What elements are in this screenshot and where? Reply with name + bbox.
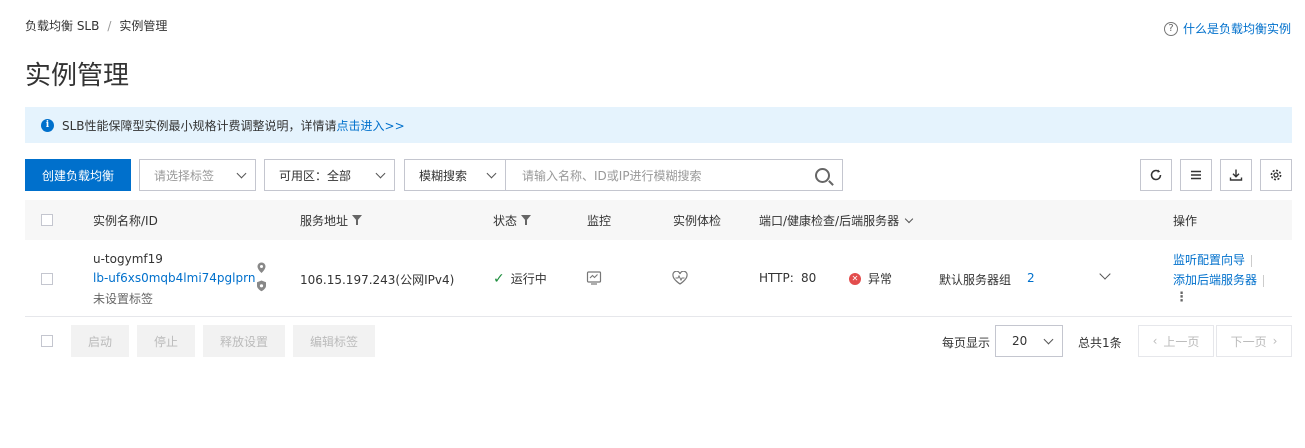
question-circle-icon: ? xyxy=(1163,21,1178,36)
zone-select[interactable]: 可用区：全部 xyxy=(264,159,395,191)
header-name: 实例名称/ID xyxy=(93,213,158,228)
chevron-down-icon xyxy=(904,214,914,223)
page-size-value: 20 xyxy=(1012,334,1028,348)
check-icon: ✓ xyxy=(493,270,505,287)
row-divider xyxy=(25,316,1292,317)
release-settings-button[interactable]: 释放设置 xyxy=(203,325,285,357)
select-all-checkbox[interactable] xyxy=(41,214,53,226)
help-link-label: 什么是负载均衡实例 xyxy=(1182,22,1291,36)
monitor-icon[interactable] xyxy=(586,270,602,289)
expand-chevron-icon[interactable] xyxy=(1099,268,1111,280)
chevron-down-icon xyxy=(236,168,247,178)
download-icon xyxy=(1229,169,1243,181)
filter-icon[interactable] xyxy=(521,215,532,225)
breadcrumb-parent[interactable]: 负载均衡 SLB xyxy=(25,17,99,34)
breadcrumb: 负载均衡 SLB / 实例管理 xyxy=(25,17,167,34)
location-pin-icon[interactable] xyxy=(256,262,267,277)
tag-select-placeholder: 请选择标签 xyxy=(154,168,215,183)
row-checkbox[interactable] xyxy=(41,273,53,285)
settings-button[interactable] xyxy=(1260,159,1292,191)
shield-icon[interactable] xyxy=(256,280,267,295)
header-monitor: 监控 xyxy=(587,213,612,228)
health-check-heart-icon[interactable] xyxy=(672,270,688,288)
zone-select-value: 可用区：全部 xyxy=(279,168,352,183)
page-size-select[interactable]: 20 xyxy=(995,325,1063,357)
create-slb-button[interactable]: 创建负载均衡 xyxy=(25,159,131,191)
header-status: 状态 xyxy=(493,200,532,240)
instance-id-link[interactable]: lb-uf6xs0mqb4lmi74pglprn xyxy=(93,271,255,285)
prev-page-button[interactable]: ‹ 上一页 xyxy=(1138,325,1214,357)
header-ports[interactable]: 端口/健康检查/后端服务器 xyxy=(759,200,914,240)
health-status: ✕ 异常 xyxy=(849,270,892,287)
chevron-left-icon: ‹ xyxy=(1152,334,1158,348)
listener-wizard-link[interactable]: 监听配置向导 xyxy=(1173,251,1253,268)
service-address: 106.15.197.243(公网IPv4) xyxy=(300,273,455,287)
chevron-down-icon xyxy=(375,168,386,178)
next-page-button[interactable]: 下一页 › xyxy=(1216,325,1292,357)
breadcrumb-separator: / xyxy=(107,18,112,33)
server-count-link[interactable]: 2 xyxy=(1027,271,1035,285)
search-icon[interactable] xyxy=(815,167,830,183)
breadcrumb-current: 实例管理 xyxy=(119,19,168,33)
notice-text: SLB性能保障型实例最小规格计费调整说明，详情请 xyxy=(62,118,337,133)
notice-link[interactable]: 点击进入>> xyxy=(337,117,405,134)
edit-tags-button[interactable]: 编辑标签 xyxy=(293,325,375,357)
tag-select[interactable]: 请选择标签 xyxy=(139,159,256,191)
chevron-down-icon xyxy=(486,168,497,178)
start-button[interactable]: 启动 xyxy=(71,325,129,357)
listener-port: 80 xyxy=(801,271,817,285)
add-backend-link[interactable]: 添加后端服务器 xyxy=(1173,271,1265,288)
instance-name: u-togymf19 xyxy=(93,252,163,266)
total-count: 总共1条 xyxy=(1078,336,1122,350)
notice-banner: i SLB性能保障型实例最小规格计费调整说明，详情请 点击进入>> xyxy=(25,107,1292,143)
info-icon: i xyxy=(41,118,54,132)
page-title: 实例管理 xyxy=(25,61,130,91)
stop-button[interactable]: 停止 xyxy=(137,325,195,357)
settings-icon xyxy=(1270,169,1282,181)
header-actions: 操作 xyxy=(1173,213,1198,228)
download-button[interactable] xyxy=(1220,159,1252,191)
listener-protocol: HTTP: xyxy=(759,271,794,285)
status-badge: ✓ 运行中 xyxy=(493,270,547,287)
header-check: 实例体检 xyxy=(673,213,722,228)
help-link[interactable]: ? 什么是负载均衡实例 xyxy=(1163,20,1291,37)
page-size-label: 每页显示 xyxy=(942,336,991,350)
more-icon[interactable]: ⋮ xyxy=(1175,290,1188,305)
search-input[interactable]: 请输入名称、ID或IP进行模糊搜索 xyxy=(505,159,843,191)
footer-select-all-checkbox[interactable] xyxy=(41,335,53,347)
server-group: 默认服务器组 xyxy=(939,273,1012,287)
table-header xyxy=(25,200,1292,240)
search-mode-select[interactable]: 模糊搜索 xyxy=(404,159,506,191)
chevron-right-icon: › xyxy=(1272,334,1278,348)
search-input-placeholder: 请输入名称、ID或IP进行模糊搜索 xyxy=(522,168,702,183)
chevron-down-icon xyxy=(1043,334,1054,344)
search-mode-value: 模糊搜索 xyxy=(419,168,468,183)
list-view-button[interactable] xyxy=(1180,159,1212,191)
error-icon: ✕ xyxy=(849,272,861,285)
instance-tags: 未设置标签 xyxy=(93,292,154,306)
header-address: 服务地址 xyxy=(300,200,363,240)
refresh-icon xyxy=(1150,169,1162,181)
filter-icon[interactable] xyxy=(352,215,363,225)
list-icon xyxy=(1191,170,1201,180)
refresh-button[interactable] xyxy=(1140,159,1172,191)
